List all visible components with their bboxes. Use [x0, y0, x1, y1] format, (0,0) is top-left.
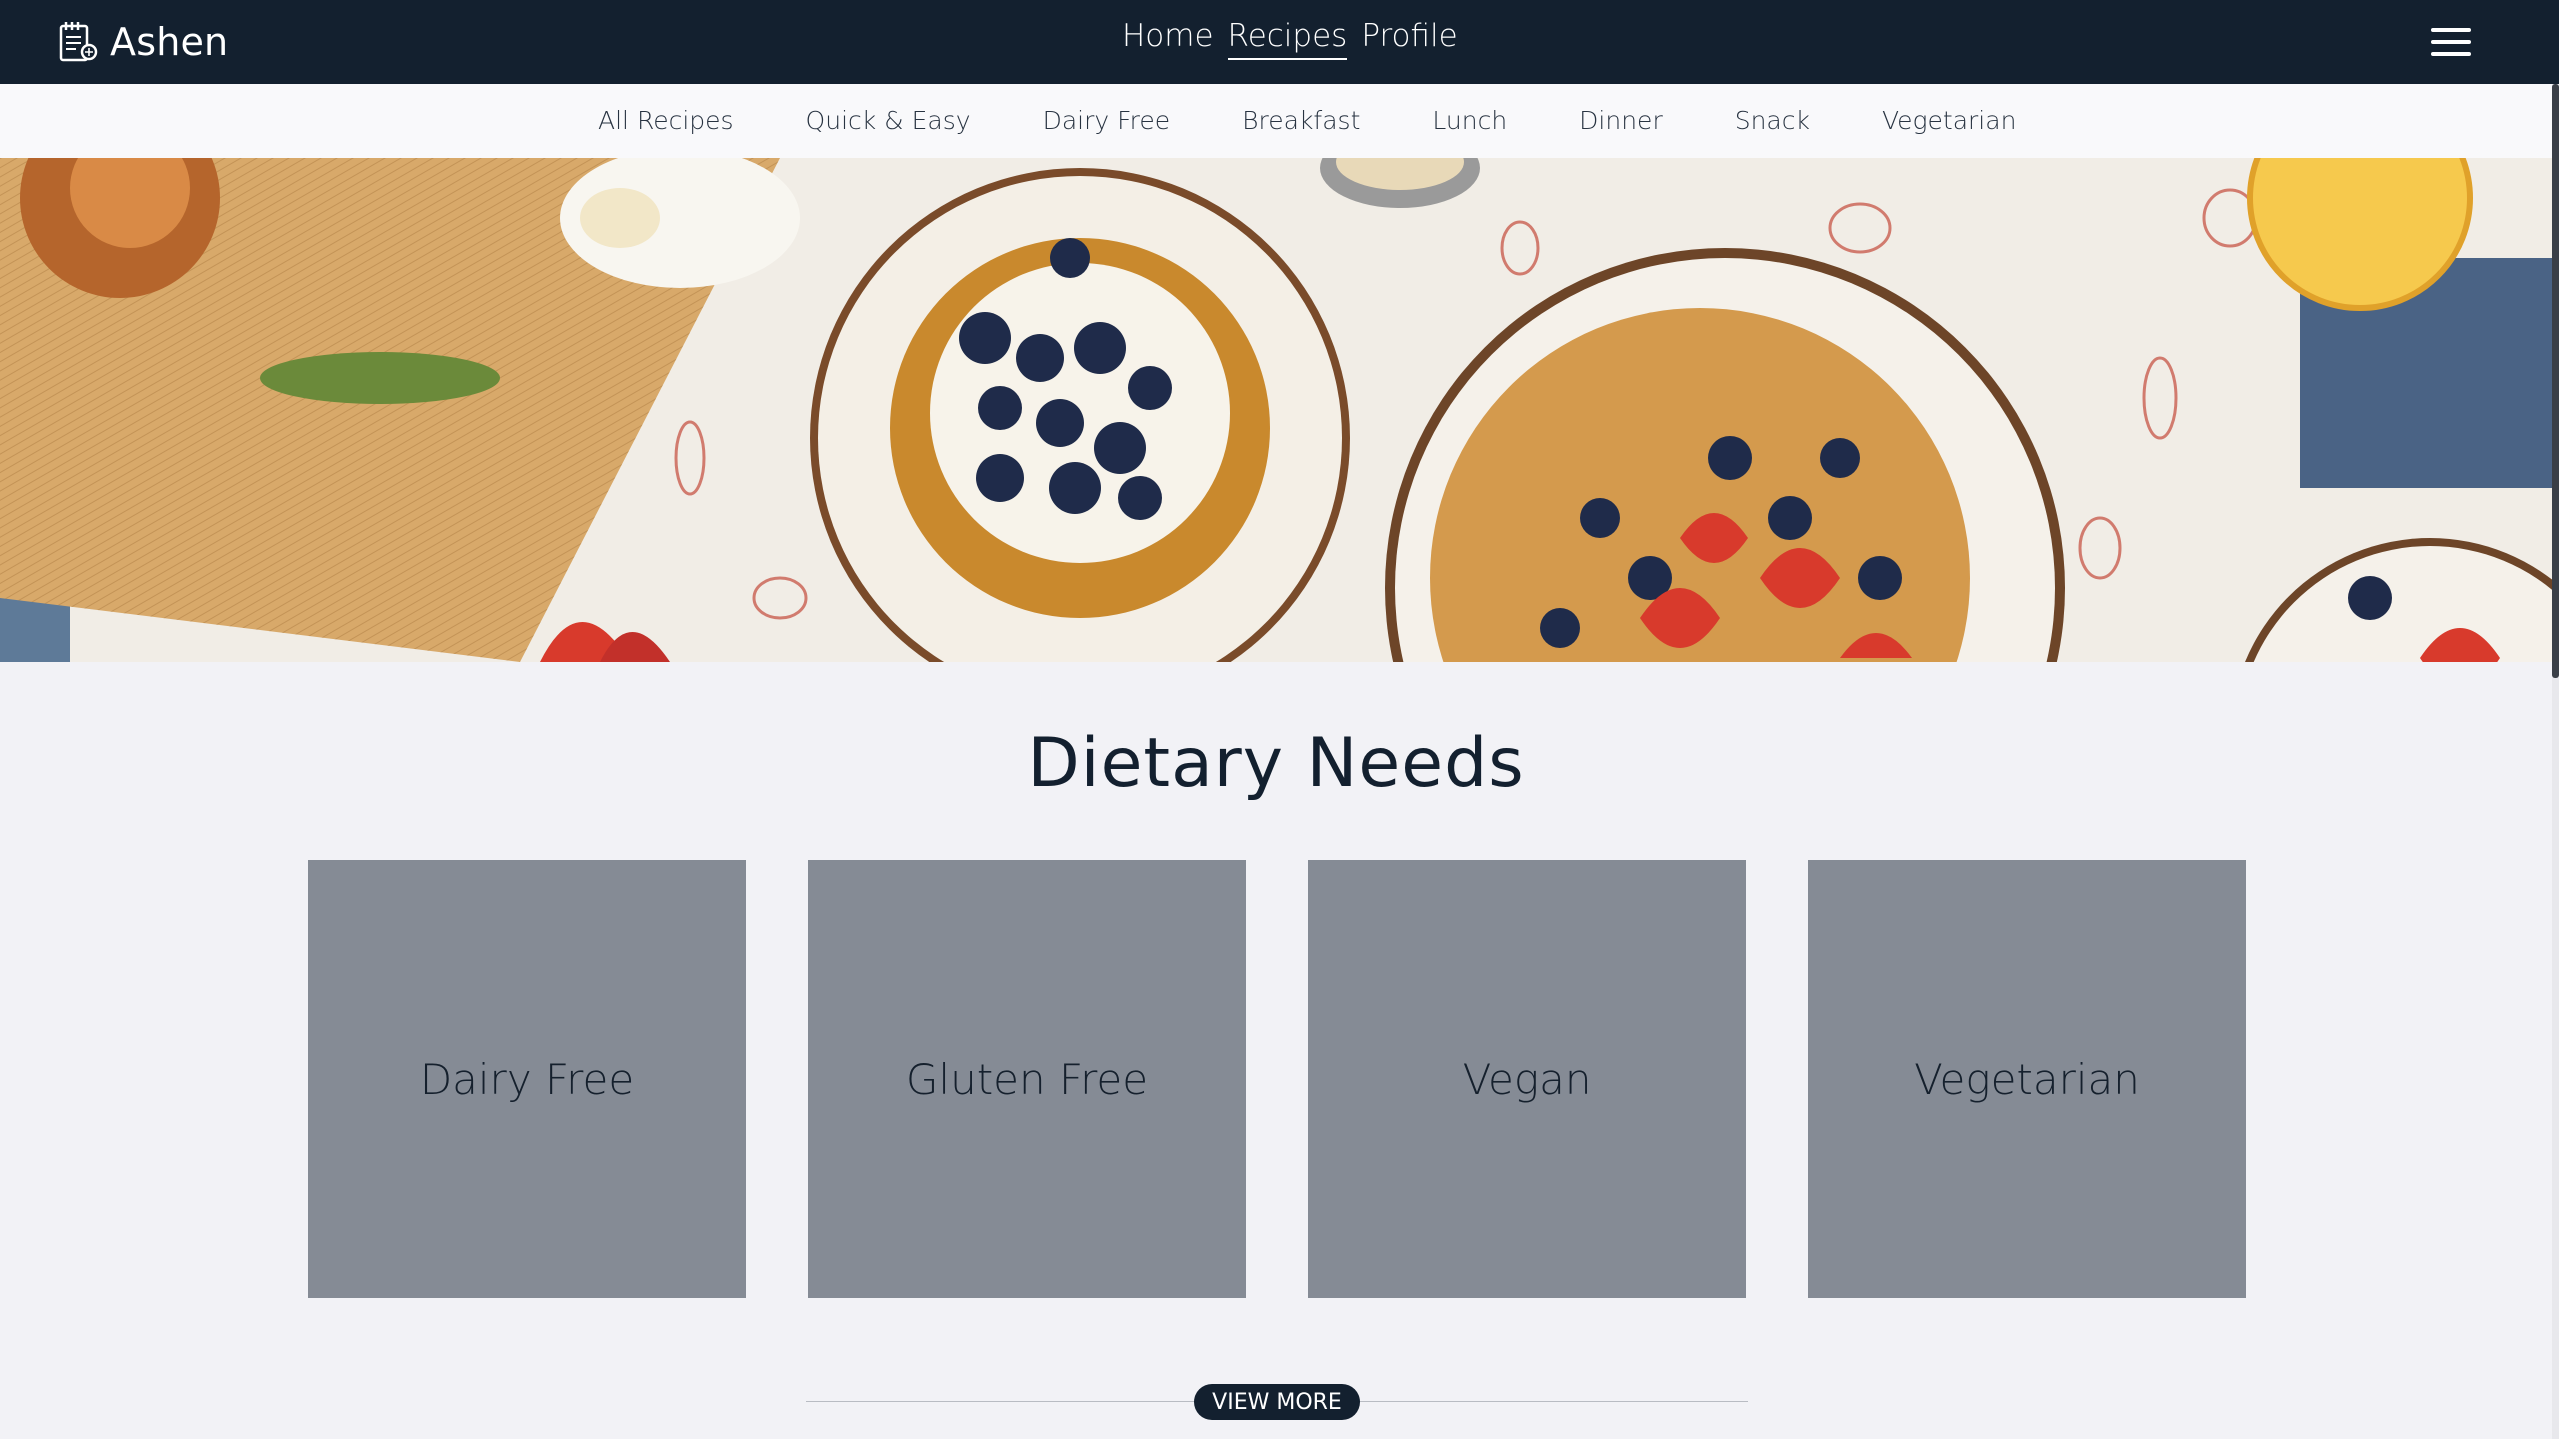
hamburger-menu-icon[interactable]: [2431, 28, 2471, 56]
category-snack[interactable]: Snack: [1735, 106, 1810, 135]
category-dinner[interactable]: Dinner: [1579, 106, 1663, 135]
category-vegetarian[interactable]: Vegetarian: [1882, 106, 2016, 135]
category-bar: All Recipes Quick & Easy Dairy Free Brea…: [0, 84, 2552, 159]
nav-profile[interactable]: Profile: [1361, 18, 1457, 60]
card-vegetarian[interactable]: Vegetarian: [1808, 860, 2246, 1298]
view-more-button[interactable]: VIEW MORE: [1194, 1384, 1360, 1420]
hero-image: [0, 158, 2552, 662]
nav-recipes[interactable]: Recipes: [1227, 18, 1348, 60]
main-nav: Home Recipes Profile: [1122, 18, 1458, 60]
dietary-cards: Dairy Free Gluten Free Vegan Vegetarian: [308, 860, 2246, 1298]
scrollbar-thumb[interactable]: [2552, 84, 2559, 678]
category-quick-easy[interactable]: Quick & Easy: [806, 106, 971, 135]
category-breakfast[interactable]: Breakfast: [1242, 106, 1360, 135]
brand-name: Ashen: [110, 20, 229, 64]
notebook-recipe-icon: [59, 22, 98, 62]
section-title: Dietary Needs: [1027, 724, 1525, 803]
category-dairy-free[interactable]: Dairy Free: [1043, 106, 1171, 135]
category-nav: All Recipes Quick & Easy Dairy Free Brea…: [598, 106, 2016, 135]
card-dairy-free[interactable]: Dairy Free: [308, 860, 746, 1298]
category-all-recipes[interactable]: All Recipes: [598, 106, 734, 135]
top-header: Ashen Home Recipes Profile: [0, 0, 2559, 84]
nav-home[interactable]: Home: [1122, 18, 1214, 60]
category-lunch[interactable]: Lunch: [1432, 106, 1507, 135]
card-gluten-free[interactable]: Gluten Free: [808, 860, 1246, 1298]
card-vegan[interactable]: Vegan: [1308, 860, 1746, 1298]
hero-breakfast-illustration: [0, 158, 2552, 662]
brand-logo[interactable]: Ashen: [56, 16, 228, 68]
